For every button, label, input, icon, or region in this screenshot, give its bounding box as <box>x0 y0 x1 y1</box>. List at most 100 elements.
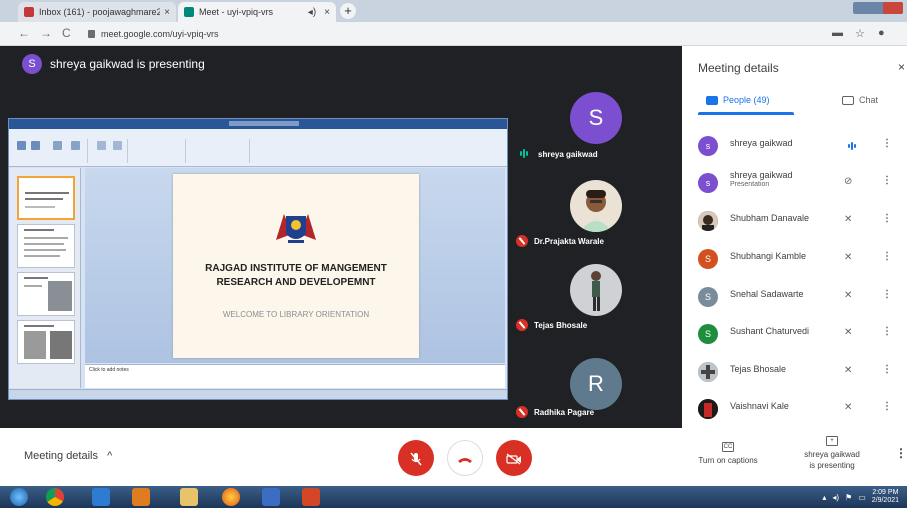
panel-tabs: People (49) Chat <box>682 90 907 116</box>
tab-meet[interactable]: Meet - uyi-vpiq-vrs ◂) × <box>178 2 336 22</box>
slide-thumbnail[interactable] <box>17 176 75 220</box>
participant-row[interactable]: Tejas Bhosale ✕ ⋮ <box>682 357 907 393</box>
chevron-up-icon: ^ <box>107 450 113 462</box>
volume-icon[interactable]: ◂) <box>832 493 839 502</box>
institute-logo <box>276 214 316 243</box>
back-icon[interactable]: ← <box>18 26 30 40</box>
participant-tile[interactable]: Tejas Bhosale <box>510 260 682 340</box>
ppt-slide-thumbnails <box>9 168 81 388</box>
ppt-notes: Click to add notes <box>85 364 505 388</box>
captions-button[interactable]: CC Turn on captions <box>688 442 768 466</box>
tab-audio-icon[interactable]: ◂) <box>308 7 316 18</box>
word-icon[interactable] <box>262 488 280 506</box>
meeting-details-button[interactable]: Meeting details ^ <box>24 450 112 462</box>
mic-off-icon: ✕ <box>844 214 853 225</box>
new-tab-button[interactable]: + <box>340 3 356 19</box>
close-icon[interactable]: × <box>898 60 905 74</box>
window-controls[interactable] <box>853 2 903 14</box>
more-options-icon[interactable]: ⋮ <box>882 175 892 186</box>
participant-row[interactable]: S Snehal Sadawarte ✕ ⋮ <box>682 282 907 318</box>
tab-people[interactable]: People (49) <box>706 95 770 105</box>
participant-row[interactable]: s shreya gaikwad Presentation ⊘ ⋮ <box>682 168 907 204</box>
participant-tile[interactable]: S shreya gaikwad <box>510 82 682 172</box>
captions-icon: CC <box>722 442 734 452</box>
slide-thumbnail[interactable] <box>17 320 75 364</box>
more-options-icon[interactable]: ⋮ <box>882 364 892 375</box>
participant-row[interactable]: S Shubhangi Kamble ✕ ⋮ <box>682 244 907 280</box>
flag-icon[interactable]: ⚑ <box>845 493 852 502</box>
media-player-icon[interactable] <box>132 488 150 506</box>
address-bar: ← → C meet.google.com/uyi-vpiq-vrs ▬ ☆ ● <box>0 22 907 46</box>
tab-inbox[interactable]: Inbox (161) - poojawaghmare2 × <box>18 2 176 22</box>
hangup-icon <box>458 457 472 463</box>
slide-subtitle: WELCOME TO LIBRARY ORIENTATION <box>222 310 370 319</box>
forward-icon[interactable]: → <box>40 26 52 40</box>
file-explorer-icon[interactable] <box>180 488 198 506</box>
participant-row[interactable]: Vaishnavi Kale ✕ ⋮ <box>682 394 907 430</box>
presenter-avatar: S <box>22 54 42 74</box>
slide-thumbnail[interactable] <box>17 224 75 268</box>
participant-photo <box>698 399 718 419</box>
slide-thumbnail[interactable] <box>17 272 75 316</box>
participant-tile[interactable]: R Radhika Pagare <box>510 344 682 428</box>
powerpoint-icon[interactable] <box>302 488 320 506</box>
ppt-slide-area: RAJGAD INSTITUTE OF MANGEMENT RESEARCH A… <box>85 168 505 363</box>
shared-presentation: RAJGAD INSTITUTE OF MANGEMENT RESEARCH A… <box>8 118 508 400</box>
mic-off-icon <box>516 235 528 247</box>
firefox-icon[interactable] <box>222 488 240 506</box>
chrome-icon[interactable] <box>46 488 64 506</box>
mic-off-icon <box>516 406 528 418</box>
slide-title: RAJGAD INSTITUTE OF MANGEMENT RESEARCH A… <box>173 262 419 290</box>
os-taskbar: ▴ ◂) ⚑ ▭ 2:09 PM 2/9/2021 <box>0 486 907 508</box>
start-button-icon[interactable] <box>10 488 28 506</box>
slide: RAJGAD INSTITUTE OF MANGEMENT RESEARCH A… <box>173 174 419 358</box>
participant-row[interactable]: s shreya gaikwad ⋮ <box>682 131 907 167</box>
tab-close-icon[interactable]: × <box>164 7 170 18</box>
more-options-icon[interactable]: ⋮ <box>882 251 892 262</box>
presenter-label: S shreya gaikwad is presenting <box>22 54 205 74</box>
microphone-toggle-button[interactable] <box>398 440 434 476</box>
tab-inbox-label: Inbox (161) - poojawaghmare2 <box>39 7 161 17</box>
camera-off-icon <box>506 453 521 465</box>
more-options-icon[interactable]: ⋮ <box>882 326 892 337</box>
participant-name: shreya gaikwad <box>538 150 598 159</box>
profile-icon[interactable]: ● <box>878 27 885 39</box>
leave-call-button[interactable] <box>447 440 483 476</box>
speaking-indicator-icon <box>848 142 856 150</box>
mic-off-icon: ✕ <box>844 365 853 376</box>
participant-row[interactable]: Shubham Danavale ✕ ⋮ <box>682 206 907 242</box>
mic-off-icon: ✕ <box>844 252 853 263</box>
more-options-icon[interactable]: ⋮ <box>882 289 892 300</box>
presenting-button[interactable]: + shreya gaikwad is presenting <box>790 436 874 471</box>
tab-close-icon[interactable]: × <box>324 7 330 18</box>
camera-toggle-button[interactable] <box>496 440 532 476</box>
reload-icon[interactable]: C <box>62 26 71 40</box>
mic-off-icon: ✕ <box>844 327 853 338</box>
participant-row[interactable]: S Sushant Chaturvedi ✕ ⋮ <box>682 319 907 355</box>
participant-name: shreya gaikwad <box>730 138 793 148</box>
presentation-off-icon[interactable]: ⊘ <box>844 176 852 187</box>
participant-subtitle: Presentation <box>730 181 770 188</box>
speaking-indicator-icon <box>520 149 528 158</box>
more-options-icon[interactable]: ⋮ <box>882 138 892 149</box>
chat-icon <box>842 95 854 105</box>
clock[interactable]: 2:09 PM 2/9/2021 <box>872 489 899 505</box>
more-options-icon[interactable]: ⋮ <box>882 213 892 224</box>
star-icon[interactable]: ☆ <box>855 27 865 40</box>
meeting-details-label: Meeting details <box>24 450 98 462</box>
more-options-icon[interactable]: ⋮ <box>882 401 892 412</box>
panel-title: Meeting details <box>698 61 779 75</box>
internet-explorer-icon[interactable] <box>92 488 110 506</box>
tray-arrow-icon[interactable]: ▴ <box>822 493 826 502</box>
participant-avatar: R <box>570 358 622 410</box>
mic-off-icon <box>410 452 422 466</box>
window-close-button[interactable] <box>883 2 903 14</box>
network-icon[interactable]: ▭ <box>858 493 866 502</box>
url-field[interactable]: meet.google.com/uyi-vpiq-vrs <box>88 26 219 42</box>
url-text: meet.google.com/uyi-vpiq-vrs <box>101 29 219 39</box>
more-options-icon[interactable]: ⋮ <box>895 446 907 460</box>
participant-tile[interactable]: Dr.Prajakta Warale <box>510 176 682 256</box>
tab-chat[interactable]: Chat <box>842 95 878 105</box>
cast-icon[interactable]: ▬ <box>832 27 843 39</box>
screen: Inbox (161) - poojawaghmare2 × Meet - uy… <box>0 0 907 508</box>
